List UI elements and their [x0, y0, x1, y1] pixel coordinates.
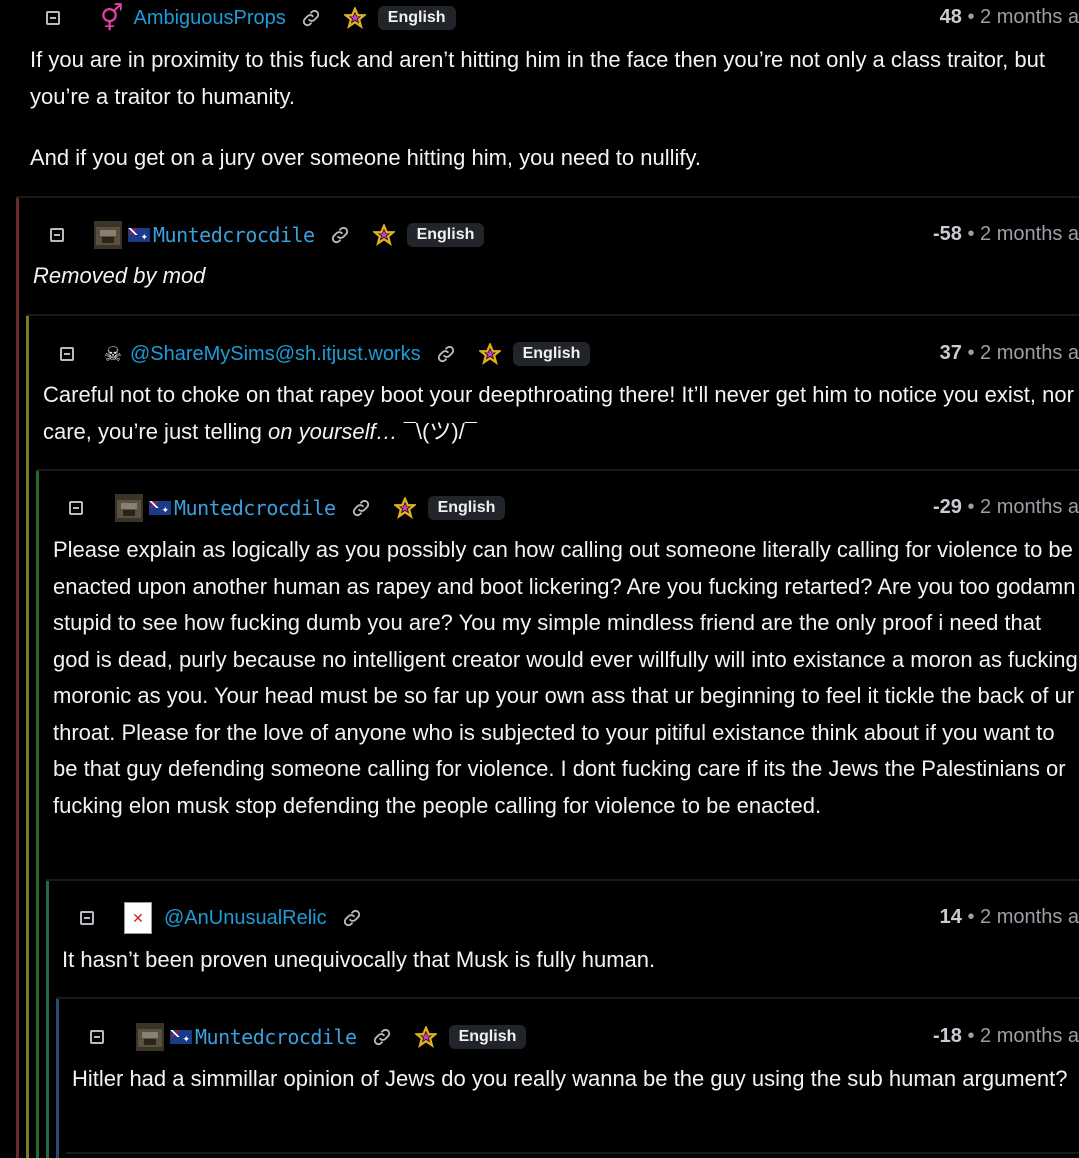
comment-paragraph: Careful not to choke on that rapey boot …	[43, 377, 1079, 450]
collapse-button[interactable]	[90, 1030, 104, 1044]
avatar[interactable]	[94, 221, 122, 249]
language-badge: English	[377, 6, 456, 30]
score[interactable]: 14	[940, 906, 962, 928]
comment-paragraph: Hitler had a simmillar opinion of Jews d…	[72, 1066, 1068, 1091]
comment-header: Muntedcrocdile English	[90, 1021, 527, 1053]
timestamp[interactable]: 2 months a	[980, 342, 1079, 364]
comment-body: If you are in proximity to this fuck and…	[30, 42, 1070, 177]
broken-image-icon[interactable]: ✕	[124, 902, 152, 934]
avatar[interactable]	[115, 494, 143, 522]
collapse-button[interactable]	[80, 911, 94, 925]
language-badge: English	[512, 342, 591, 366]
comment-header: ☠ @ShareMySims@sh.itjust.works English	[60, 338, 591, 370]
australia-flag-icon	[128, 228, 150, 243]
comment-meta: 37 • 2 months a	[939, 342, 1079, 364]
collapse-button[interactable]	[60, 347, 74, 361]
bot-rainbow-star-icon[interactable]	[393, 497, 416, 519]
avatar[interactable]: ☠	[104, 342, 122, 367]
divider	[56, 997, 1079, 999]
collapse-button[interactable]	[50, 228, 64, 242]
comment-text: Careful not to choke on that rapey boot …	[43, 382, 1074, 444]
comment-header: ✕ @AnUnusualRelic	[80, 902, 363, 934]
comment-meta: 14 • 2 months a	[939, 906, 1079, 928]
username-link[interactable]: @AnUnusualRelic	[164, 907, 327, 930]
divider	[36, 469, 1079, 471]
comment-paragraph: Please explain as logically as you possi…	[53, 537, 1078, 818]
comment-meta: -29 • 2 months a	[933, 496, 1079, 518]
divider	[26, 314, 1079, 316]
score[interactable]: -18	[933, 1025, 962, 1047]
comment-body: It hasn’t been proven unequivocally that…	[62, 942, 1072, 979]
link-icon[interactable]	[341, 907, 363, 929]
link-icon[interactable]	[329, 224, 351, 246]
score[interactable]: -29	[933, 496, 962, 518]
link-icon[interactable]	[300, 7, 322, 29]
divider	[66, 1152, 1079, 1154]
thread-line-1[interactable]	[16, 197, 19, 1158]
thread-line-4[interactable]	[46, 880, 49, 1158]
comment-header: Muntedcrocdile English	[69, 492, 506, 524]
bot-rainbow-star-icon[interactable]	[343, 7, 366, 29]
bot-rainbow-star-icon[interactable]	[414, 1026, 437, 1048]
collapse-button[interactable]	[69, 501, 83, 515]
collapse-button[interactable]	[46, 11, 60, 25]
comment-meta: -18 • 2 months a	[933, 1025, 1079, 1047]
divider	[16, 196, 1079, 198]
thread-line-2[interactable]	[26, 315, 29, 1158]
score[interactable]: 37	[940, 342, 962, 364]
comment-header: Muntedcrocdile English	[50, 219, 485, 251]
thread-line-5[interactable]	[56, 998, 59, 1158]
comment-body: Careful not to choke on that rapey boot …	[43, 377, 1079, 450]
comment-text: ¯\(ツ)/¯	[397, 418, 477, 444]
link-icon[interactable]	[435, 343, 457, 365]
timestamp[interactable]: 2 months a	[980, 223, 1079, 245]
username-link[interactable]: Muntedcrocdile	[153, 223, 315, 247]
comment-text-italic: on yourself…	[268, 418, 398, 444]
comment-header: ⚥ AmbiguousProps English	[46, 2, 456, 34]
timestamp[interactable]: 2 months a	[980, 1025, 1079, 1047]
timestamp[interactable]: 2 months a	[980, 496, 1079, 518]
score[interactable]: 48	[940, 6, 962, 28]
comment-meta: -58 • 2 months a	[933, 223, 1079, 245]
timestamp[interactable]: 2 months a	[980, 6, 1079, 28]
comment-body: Please explain as logically as you possi…	[53, 532, 1079, 824]
link-icon[interactable]	[350, 497, 372, 519]
bot-rainbow-star-icon[interactable]	[478, 343, 501, 365]
removed-notice: Removed by mod	[33, 263, 206, 288]
avatar[interactable]: ⚥	[100, 5, 123, 31]
timestamp[interactable]: 2 months a	[980, 906, 1079, 928]
bot-rainbow-star-icon[interactable]	[372, 224, 395, 246]
language-badge: English	[406, 223, 485, 247]
username-link[interactable]: AmbiguousProps	[133, 7, 285, 30]
link-icon[interactable]	[371, 1026, 393, 1048]
avatar[interactable]	[136, 1023, 164, 1051]
comment-paragraph: And if you get on a jury over someone hi…	[30, 145, 701, 170]
comment-paragraph: It hasn’t been proven unequivocally that…	[62, 947, 656, 972]
language-badge: English	[448, 1025, 527, 1049]
comment-meta: 48 • 2 months a	[939, 6, 1079, 28]
username-link[interactable]: Muntedcrocdile	[195, 1025, 357, 1049]
username-link[interactable]: @ShareMySims@sh.itjust.works	[130, 343, 421, 366]
divider	[46, 879, 1079, 881]
comment-paragraph: If you are in proximity to this fuck and…	[30, 47, 1045, 109]
australia-flag-icon	[170, 1030, 192, 1045]
username-link[interactable]: Muntedcrocdile	[174, 496, 336, 520]
comment-body: Hitler had a simmillar opinion of Jews d…	[72, 1061, 1072, 1098]
australia-flag-icon	[149, 501, 171, 516]
language-badge: English	[427, 496, 506, 520]
thread-line-3[interactable]	[36, 470, 39, 1158]
score[interactable]: -58	[933, 223, 962, 245]
